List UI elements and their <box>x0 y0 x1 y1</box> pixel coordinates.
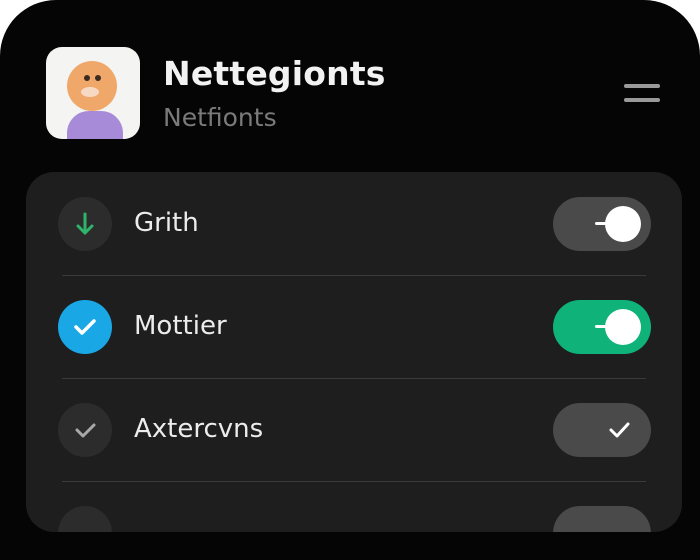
setting-row-partial[interactable] <box>26 482 682 532</box>
setting-label: Axtercvns <box>134 414 264 444</box>
avatar-body <box>67 111 123 139</box>
avatar-eye <box>84 75 90 81</box>
setting-row-grith[interactable]: Grith <box>26 172 682 275</box>
toggle-switch[interactable] <box>553 197 651 251</box>
user-avatar-icon[interactable] <box>46 47 140 139</box>
profile-subtitle: Netfionts <box>163 103 277 132</box>
checkmark-icon <box>58 300 112 354</box>
phone-screen: Nettegionts Netfionts Grith Mottier Axte… <box>0 0 700 560</box>
toggle-knob <box>605 206 641 242</box>
setting-icon <box>58 506 112 532</box>
profile-header: Nettegionts Netfionts <box>0 0 700 170</box>
toggle-switch[interactable] <box>553 403 651 457</box>
setting-label: Mottier <box>134 311 227 341</box>
toggle-knob <box>605 309 641 345</box>
arrow-down-icon <box>58 197 112 251</box>
checkmark-icon <box>609 422 630 438</box>
checkmark-icon <box>58 403 112 457</box>
setting-row-mottier[interactable]: Mottier <box>26 276 682 379</box>
menu-line <box>624 98 660 102</box>
toggle-switch[interactable] <box>553 300 651 354</box>
settings-card: Grith Mottier Axtercvns <box>26 172 682 532</box>
setting-label: Grith <box>134 208 199 238</box>
profile-title: Nettegionts <box>163 54 386 93</box>
hamburger-menu-icon[interactable] <box>620 80 664 108</box>
setting-row-axtercvns[interactable]: Axtercvns <box>26 379 682 482</box>
avatar-mouth <box>81 87 99 97</box>
menu-line <box>624 84 660 88</box>
toggle-switch[interactable] <box>553 506 651 532</box>
avatar-eye <box>95 75 101 81</box>
avatar-head <box>67 61 117 111</box>
